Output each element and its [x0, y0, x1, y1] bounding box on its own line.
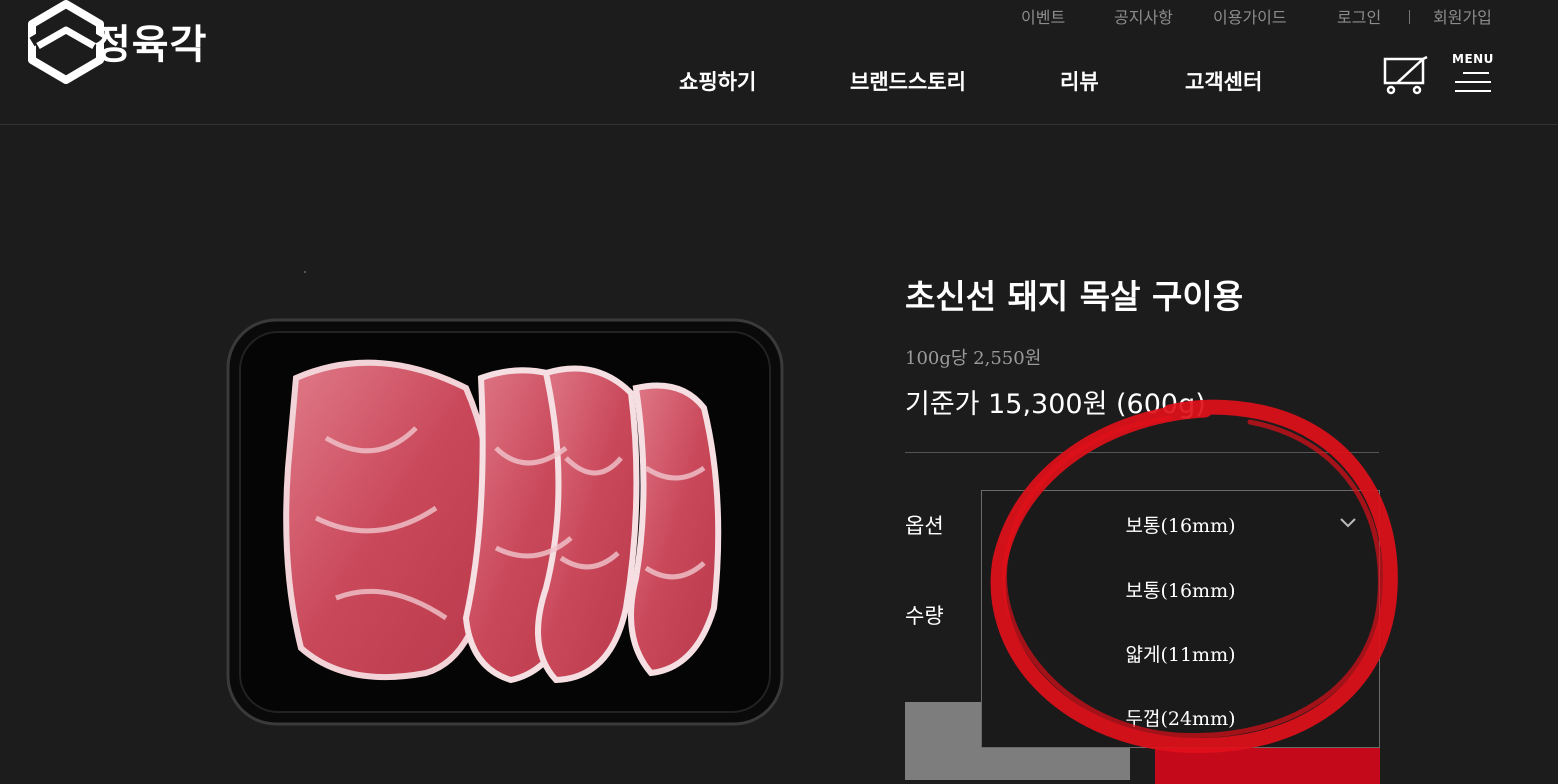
option-item-normal[interactable]: 보통(16mm): [982, 576, 1379, 603]
site-header: 정육각 이벤트 공지사항 이용가이드 로그인 회원가입 쇼핑하기 브랜드스토리 …: [0, 0, 1558, 125]
unit-price: 100g당 2,550원: [905, 348, 1042, 369]
menu-label: MENU: [1452, 52, 1494, 66]
option-select[interactable]: 보통(16mm) 보통(16mm) 얇게(11mm) 두껍(24mm): [981, 490, 1380, 748]
chevron-down-icon[interactable]: [1339, 517, 1357, 529]
util-link-signup[interactable]: 회원가입: [1433, 4, 1492, 28]
nav-review[interactable]: 리뷰: [1060, 66, 1099, 96]
option-item-thin[interactable]: 얇게(11mm): [982, 640, 1379, 667]
nav-shopping[interactable]: 쇼핑하기: [679, 66, 756, 96]
util-link-event[interactable]: 이벤트: [1021, 4, 1065, 28]
stray-dot: [304, 271, 306, 273]
info-divider: [905, 452, 1379, 453]
nav-brand-story[interactable]: 브랜드스토리: [850, 66, 966, 96]
util-divider: [1409, 10, 1410, 24]
quantity-label: 수량: [905, 604, 944, 628]
util-link-login[interactable]: 로그인: [1337, 4, 1381, 28]
selected-option[interactable]: 보통(16mm): [982, 511, 1379, 538]
product-image: [226, 318, 784, 726]
cart-icon[interactable]: [1383, 55, 1429, 95]
option-label: 옵션: [905, 514, 944, 538]
option-item-thick[interactable]: 두껍(24mm): [982, 704, 1379, 731]
util-link-guide[interactable]: 이용가이드: [1213, 4, 1287, 28]
menu-button[interactable]: MENU: [1452, 52, 1494, 96]
util-link-notice[interactable]: 공지사항: [1114, 4, 1173, 28]
product-title: 초신선 돼지 목살 구이용: [905, 277, 1244, 316]
utility-nav: 이벤트 공지사항 이용가이드 로그인 회원가입: [0, 4, 1558, 28]
buy-button[interactable]: [1155, 747, 1380, 784]
nav-customer-center[interactable]: 고객센터: [1185, 66, 1262, 96]
base-price: 기준가 15,300원 (600g): [905, 389, 1206, 420]
